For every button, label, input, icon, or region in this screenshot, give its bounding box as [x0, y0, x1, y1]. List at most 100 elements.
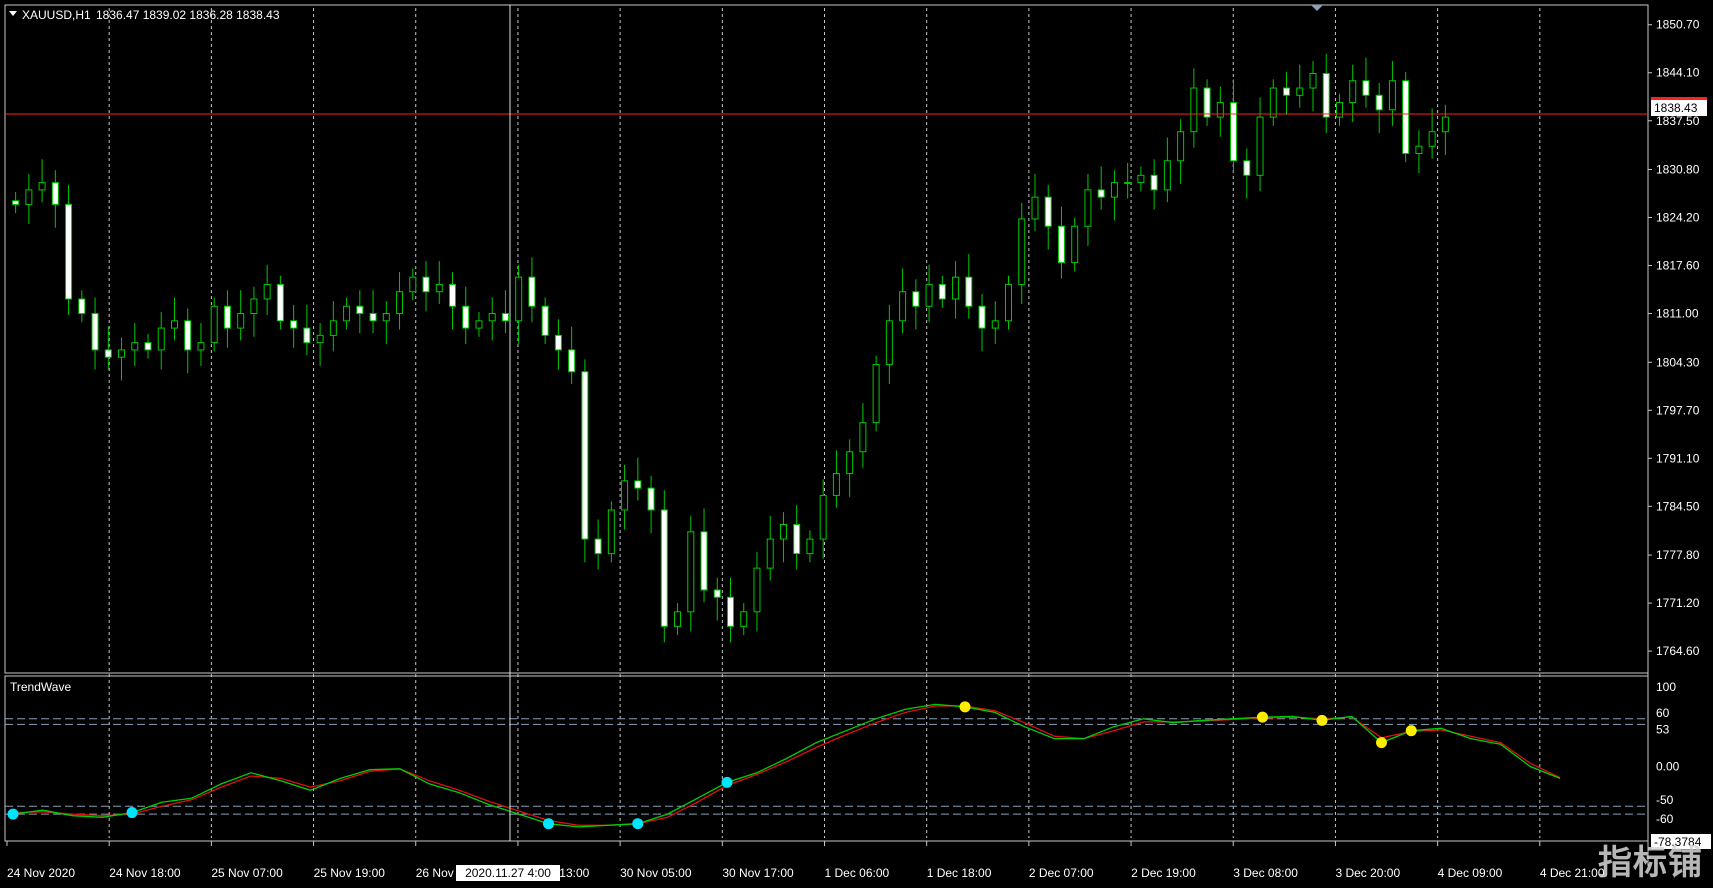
- candle-body: [1190, 87, 1198, 133]
- buy-signal-dot: [7, 808, 19, 820]
- candle-body: [1216, 102, 1224, 118]
- time-tick-label: 4 Dec 09:00: [1438, 866, 1503, 880]
- sell-signal-dot: [1376, 737, 1387, 749]
- candle-body: [1296, 87, 1304, 96]
- candle-body: [832, 473, 840, 496]
- candle-body: [263, 283, 271, 300]
- indicator-layer: [12, 703, 1561, 828]
- candle-body: [978, 305, 986, 329]
- candle-body: [462, 305, 470, 329]
- candle-body: [223, 305, 231, 329]
- candle-body: [1084, 189, 1092, 227]
- candle-body: [1057, 225, 1065, 264]
- candle-body: [1388, 80, 1396, 111]
- candle-body: [1309, 72, 1317, 89]
- ohlc-values: 1836.47 1839.02 1836.28 1838.43: [96, 8, 280, 22]
- buy-signal-dot: [721, 776, 733, 788]
- candle-body: [118, 349, 126, 358]
- candle-body: [409, 276, 417, 293]
- candle-body: [1177, 131, 1185, 162]
- candle-body: [184, 320, 192, 351]
- candle-body: [1150, 174, 1158, 191]
- candle-body: [1415, 145, 1423, 154]
- candle-body: [938, 283, 946, 300]
- watermark-logo: 指标铺: [1598, 843, 1703, 883]
- price-tick-label: 1797.70: [1656, 403, 1700, 417]
- sell-signal-dot: [959, 701, 971, 713]
- indicator-series-line: [12, 703, 1561, 828]
- candle-body: [170, 320, 178, 329]
- crosshair-time-label: 2020.11.27 4:00: [465, 866, 551, 880]
- candle-body: [634, 480, 642, 489]
- candle-body: [435, 283, 443, 293]
- indicator-tick-label: 53: [1656, 722, 1670, 736]
- time-tick-label: 25 Nov 07:00: [211, 866, 283, 880]
- candle-body: [396, 291, 404, 315]
- time-tick-label: 4 Dec 21:00: [1540, 866, 1605, 880]
- candle-body: [25, 189, 33, 205]
- current-price-label: 1838.43: [1654, 101, 1698, 115]
- price-tick-label: 1777.80: [1656, 548, 1700, 562]
- indicator-tick-label: 100: [1656, 680, 1676, 694]
- time-tick-label: 30 Nov 17:00: [722, 866, 794, 880]
- indicator-tick-label: -50: [1656, 793, 1674, 807]
- candle-body: [607, 509, 615, 555]
- sell-signal-dot: [1257, 711, 1268, 723]
- candle-body: [568, 349, 576, 373]
- candle-body: [1097, 189, 1105, 198]
- candle-body: [197, 342, 205, 351]
- time-tick-label: 1 Dec 18:00: [927, 866, 992, 880]
- candle-body: [1402, 80, 1410, 154]
- candle-body: [859, 422, 867, 453]
- candle-body: [316, 334, 324, 344]
- time-tick-label: 30 Nov 05:00: [620, 866, 692, 880]
- time-axis: 24 Nov 2020 24 Nov 18:00 25 Nov 07:00 25 No…: [6, 841, 1605, 880]
- candle-body: [1203, 87, 1211, 118]
- price-tick-label: 1791.10: [1656, 451, 1700, 465]
- candle-body: [713, 589, 721, 598]
- candle-body: [952, 276, 960, 300]
- shift-marker-icon[interactable]: [1311, 5, 1323, 11]
- indicator-title: TrendWave: [10, 680, 71, 694]
- candle-body: [1137, 174, 1145, 184]
- sell-signal-dot: [1316, 714, 1328, 726]
- candle-body: [290, 320, 298, 329]
- candle-body: [131, 342, 139, 351]
- candle-body: [1018, 218, 1026, 285]
- candle-body: [51, 182, 59, 205]
- candle-body: [144, 342, 152, 351]
- candle-body: [303, 327, 311, 344]
- candle-body: [660, 509, 668, 627]
- candle-body: [753, 567, 761, 613]
- candle-body: [846, 451, 854, 475]
- price-tick-label: 1817.60: [1656, 259, 1700, 273]
- chevron-down-icon[interactable]: [9, 11, 17, 16]
- candle-body: [1256, 116, 1264, 176]
- time-tick-label: 25 Nov 19:00: [314, 866, 386, 880]
- buy-signal-dot: [632, 818, 644, 830]
- candle-body: [501, 313, 509, 322]
- price-tick-label: 1804.30: [1656, 355, 1700, 369]
- candle-body: [12, 200, 20, 205]
- price-tick-label: 1764.60: [1656, 644, 1700, 658]
- time-tick-label: 24 Nov 18:00: [109, 866, 181, 880]
- candle-body: [1269, 87, 1277, 118]
- candle-body: [541, 305, 549, 336]
- candle-body: [1441, 116, 1449, 133]
- candle-body: [475, 320, 483, 329]
- candle-body: [250, 298, 258, 315]
- candle-body: [806, 538, 814, 555]
- candle-body: [356, 305, 364, 315]
- candle-body: [38, 182, 46, 191]
- candle-body: [621, 480, 629, 511]
- buy-signal-dot: [543, 818, 554, 830]
- price-tick-label: 1784.50: [1656, 499, 1700, 513]
- candle-body: [276, 283, 284, 322]
- buy-signal-dot: [126, 807, 138, 819]
- candle-body: [422, 276, 430, 293]
- candle-body: [78, 298, 86, 315]
- current-price-marker: [1651, 97, 1707, 100]
- candle-body: [674, 611, 682, 627]
- candle-body: [369, 313, 377, 322]
- candle-body: [727, 596, 734, 627]
